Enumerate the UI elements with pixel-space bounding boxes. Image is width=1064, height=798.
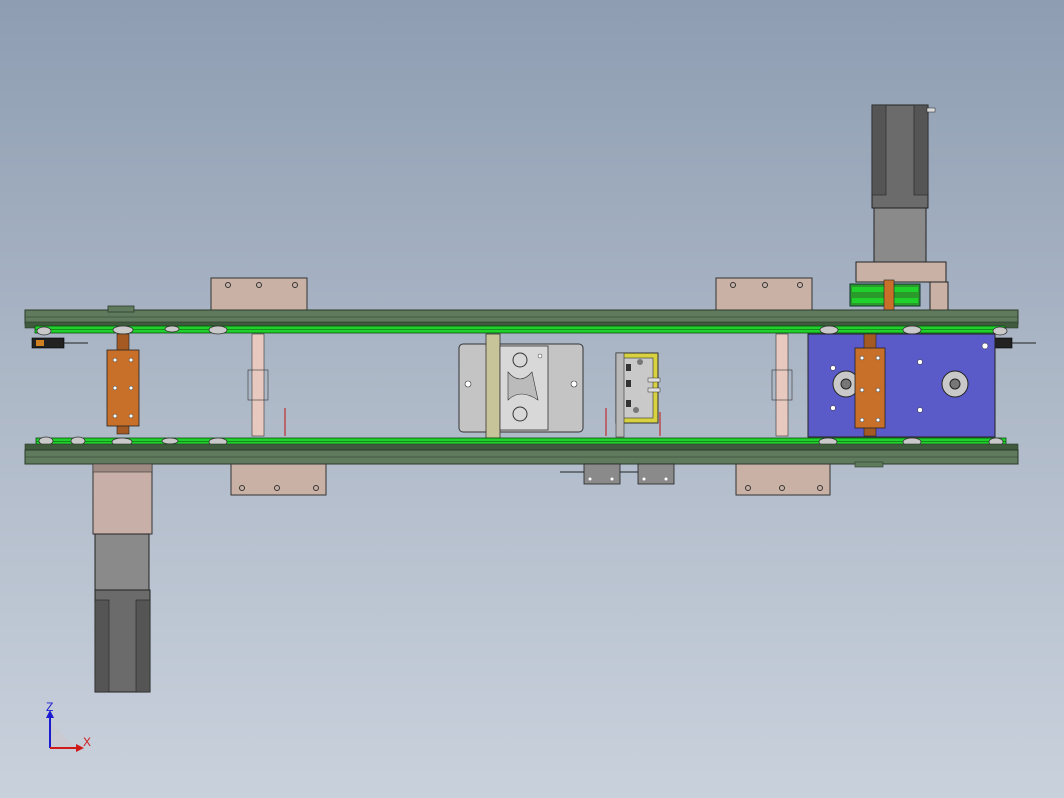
top-bracket-left <box>210 277 308 311</box>
right-copper-shaft <box>854 333 886 437</box>
axis-x-label: X <box>83 735 91 749</box>
axis-z-label: Z <box>46 700 53 714</box>
left-sensor <box>31 337 88 349</box>
bottom-bracket-right <box>735 463 831 496</box>
bottom-frame-rail <box>24 443 1019 468</box>
axis-triad: Z X <box>46 700 91 752</box>
motor-gearbox <box>873 207 927 263</box>
bottom-bracket-left <box>230 463 327 496</box>
blue-module <box>807 333 996 438</box>
central-fixture <box>458 333 584 439</box>
top-frame-rail <box>24 305 1019 329</box>
top-right-motor <box>849 104 949 311</box>
left-copper-shaft <box>106 333 140 435</box>
bottom-sensors <box>560 463 675 485</box>
cad-viewport[interactable]: Z X <box>0 0 1064 798</box>
right-sensor <box>993 337 1036 349</box>
yellow-part <box>615 352 661 438</box>
top-bracket-right <box>715 277 813 311</box>
bottom-left-motor <box>92 463 153 693</box>
top-chain <box>34 325 1006 334</box>
